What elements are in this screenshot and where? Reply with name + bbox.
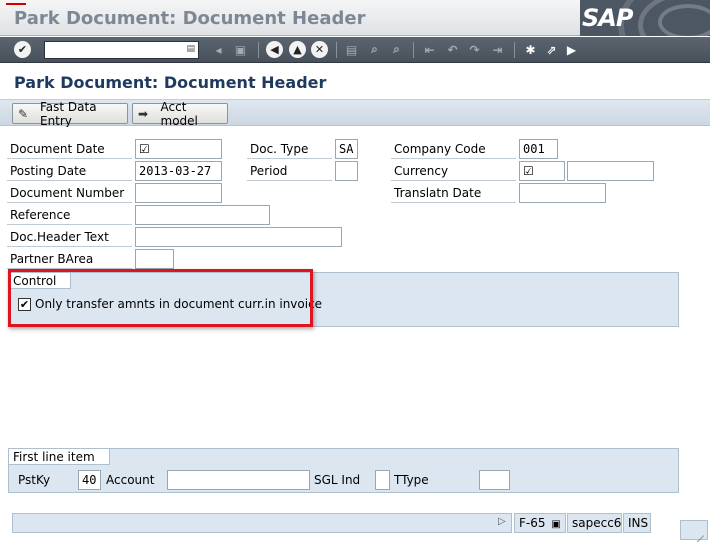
sap-logo-text: SAP (582, 4, 633, 32)
command-field[interactable]: ▤ (44, 41, 199, 59)
exchange-rate-field[interactable] (567, 161, 654, 181)
window-title-bar: Park Document: Document Header SAP (0, 0, 710, 36)
status-message-area[interactable] (12, 513, 512, 533)
period-field[interactable] (335, 161, 358, 181)
print-icon[interactable]: ▤ (343, 41, 360, 58)
page-header: Park Document: Document Header (0, 64, 710, 100)
first-line-item-title: First line item (8, 448, 110, 465)
logo-swirl-decoration-3 (658, 4, 710, 36)
standard-toolbar: ✔ ▤ ◂ ▣ ◀ ▲ ✕ ▤ ⌕ ⌕ ⇤ ↶ ↷ ⇥ ✱ ⇗ ▶ (0, 37, 710, 63)
pstky-label: PstKy (18, 473, 51, 487)
doc-type-field[interactable]: SA (335, 139, 358, 159)
enter-icon[interactable]: ✔ (14, 41, 31, 58)
document-number-label: Document Number (7, 183, 132, 203)
highlight-annotation (8, 269, 313, 327)
title-bar-marker (6, 3, 26, 5)
period-label: Period (247, 161, 332, 181)
application-toolbar: ✎ Fast Data Entry ➡ Acct model (0, 100, 710, 128)
save-icon[interactable]: ▣ (232, 41, 249, 58)
partner-barea-field[interactable] (135, 249, 174, 269)
reference-label: Reference (7, 205, 132, 225)
next-page-icon[interactable]: ↷ (466, 41, 483, 58)
document-number-field[interactable] (135, 183, 222, 203)
back-icon[interactable]: ◀ (266, 41, 283, 58)
account-field[interactable] (167, 470, 310, 490)
company-code-field[interactable]: 001 (519, 139, 558, 159)
sap-logo: SAP (580, 0, 710, 36)
status-bar: ▷ F-65 ▣ sapecc6 INS (0, 508, 710, 542)
toolbar-separator (514, 42, 515, 58)
document-date-label: Document Date (7, 139, 132, 159)
pstky-field[interactable]: 40 (78, 470, 101, 490)
shortcut-icon[interactable]: ⇗ (543, 41, 560, 58)
page-title: Park Document: Document Header (14, 73, 327, 92)
posting-date-field[interactable]: 2013-03-27 (135, 161, 222, 181)
transaction-cell[interactable]: F-65 ▣ (514, 513, 566, 533)
fast-data-entry-label: Fast Data Entry (39, 99, 97, 128)
doc-type-label: Doc. Type (247, 139, 332, 159)
sgl-ind-field[interactable] (375, 470, 390, 490)
fast-data-entry-button[interactable]: ✎ Fast Data Entry (12, 100, 128, 128)
exit-icon[interactable]: ▲ (289, 41, 306, 58)
edit-icon: ✎ (18, 106, 29, 121)
session-list-icon[interactable]: ▣ (551, 519, 560, 530)
document-date-field[interactable]: ☑ (135, 139, 222, 159)
acct-model-button[interactable]: ➡ Acct model (132, 100, 228, 128)
model-arrow-icon: ➡ (138, 106, 149, 121)
ttype-label: TType (394, 473, 429, 487)
first-page-icon[interactable]: ⇤ (421, 41, 438, 58)
toolbar-separator (336, 42, 337, 58)
previous-page-icon[interactable]: ↶ (444, 41, 461, 58)
partner-barea-label: Partner BArea (7, 249, 132, 269)
transaction-code: F-65 (519, 516, 546, 530)
doc-header-text-field[interactable] (135, 227, 342, 247)
sgl-ind-label: SGL Ind (314, 473, 361, 487)
acct-model-label: Acct model (160, 99, 198, 128)
document-header-form: Document Date ☑ Posting Date 2013-03-27 … (0, 127, 710, 517)
last-page-icon[interactable]: ⇥ (489, 41, 506, 58)
system-cell: sapecc6 (567, 513, 622, 533)
find-next-icon[interactable]: ⌕ (388, 41, 405, 58)
status-expand-icon[interactable]: ▷ (498, 516, 506, 527)
window-title: Park Document: Document Header (14, 8, 366, 29)
history-icon[interactable]: ▤ (186, 44, 195, 54)
ttype-field[interactable] (479, 470, 510, 490)
cancel-icon[interactable]: ✕ (311, 41, 328, 58)
currency-field[interactable]: ☑ (519, 161, 565, 181)
toolbar-separator (258, 42, 259, 58)
back-arrow-icon: ◂ (215, 42, 222, 57)
translatn-date-label: Translatn Date (391, 183, 516, 203)
first-line-item-group: First line item PstKy 40 Account SGL Ind… (8, 448, 679, 493)
currency-label: Currency (391, 161, 516, 181)
toolbar-separator (413, 42, 414, 58)
posting-date-label: Posting Date (7, 161, 132, 181)
account-label: Account (106, 473, 155, 487)
translatn-date-field[interactable] (519, 183, 606, 203)
find-icon[interactable]: ⌕ (366, 41, 383, 58)
mode-cell[interactable]: INS (623, 513, 651, 533)
help-icon[interactable]: ▶ (563, 41, 580, 58)
company-code-label: Company Code (391, 139, 516, 159)
doc-header-text-label: Doc.Header Text (7, 227, 132, 247)
resize-grip-icon[interactable] (680, 520, 708, 542)
create-session-icon[interactable]: ✱ (522, 41, 539, 58)
reference-field[interactable] (135, 205, 270, 225)
